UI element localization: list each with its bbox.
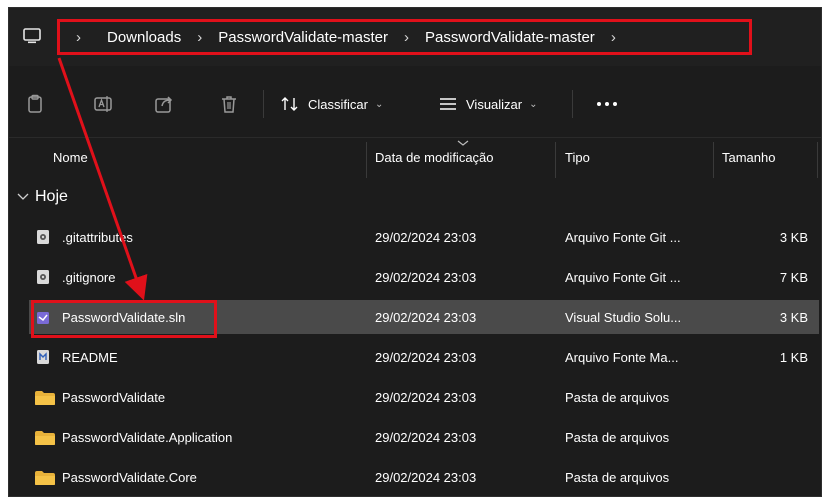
file-date: 29/02/2024 23:03 bbox=[375, 310, 477, 325]
chevron-right-icon[interactable]: › bbox=[197, 29, 202, 46]
column-divider[interactable] bbox=[555, 142, 556, 178]
toolbar-divider bbox=[572, 90, 573, 118]
chevron-down-icon: ⌄ bbox=[374, 98, 384, 110]
file-name: .gitattributes bbox=[62, 230, 133, 245]
file-date: 29/02/2024 23:03 bbox=[375, 270, 477, 285]
group-label: Hoje bbox=[35, 188, 68, 205]
address-bar: › Downloads › PasswordValidate-master › … bbox=[9, 8, 821, 66]
file-date: 29/02/2024 23:03 bbox=[375, 230, 477, 245]
list-item[interactable]: PasswordValidate.Core 29/02/2024 23:03 P… bbox=[29, 460, 819, 494]
file-type: Arquivo Fonte Git ... bbox=[565, 230, 681, 245]
more-options-icon[interactable] bbox=[597, 102, 617, 106]
breadcrumb-item-project-inner[interactable]: PasswordValidate-master bbox=[425, 29, 595, 46]
file-name: PasswordValidate.Application bbox=[62, 430, 233, 445]
column-name-header[interactable]: Nome bbox=[53, 150, 88, 165]
file-explorer-window: › Downloads › PasswordValidate-master › … bbox=[8, 7, 822, 497]
file-type: Arquivo Fonte Ma... bbox=[565, 350, 679, 365]
column-header-row: Nome Data de modificação Tipo Tamanho bbox=[9, 138, 821, 178]
file-type: Visual Studio Solu... bbox=[565, 310, 682, 325]
file-size: 3 KB bbox=[779, 230, 808, 245]
chevron-down-icon bbox=[17, 193, 29, 200]
column-size-header[interactable]: Tamanho bbox=[722, 150, 775, 165]
visual-studio-solution-icon bbox=[37, 312, 49, 324]
column-divider[interactable] bbox=[817, 142, 818, 178]
column-divider[interactable] bbox=[366, 142, 367, 178]
file-size: 1 KB bbox=[779, 350, 808, 365]
git-file-icon bbox=[37, 270, 49, 284]
breadcrumb-item-downloads[interactable]: Downloads bbox=[107, 29, 181, 46]
sort-arrows-icon bbox=[281, 97, 298, 111]
sort-label: Classificar bbox=[308, 96, 368, 112]
chevron-right-icon[interactable]: › bbox=[76, 29, 81, 46]
breadcrumb-item-project[interactable]: PasswordValidate-master bbox=[218, 29, 388, 46]
view-label: Visualizar bbox=[466, 96, 523, 112]
column-type-header[interactable]: Tipo bbox=[565, 150, 590, 165]
file-date: 29/02/2024 23:03 bbox=[375, 470, 477, 485]
folder-icon bbox=[35, 431, 55, 445]
delete-icon[interactable] bbox=[219, 94, 239, 114]
file-type: Arquivo Fonte Git ... bbox=[565, 270, 681, 285]
file-size: 7 KB bbox=[779, 270, 808, 285]
list-item[interactable]: PasswordValidate.Application 29/02/2024 … bbox=[29, 420, 819, 454]
file-date: 29/02/2024 23:03 bbox=[375, 430, 477, 445]
column-divider[interactable] bbox=[713, 142, 714, 178]
file-date: 29/02/2024 23:03 bbox=[375, 350, 477, 365]
column-date-header[interactable]: Data de modificação bbox=[375, 150, 494, 165]
file-size: 3 KB bbox=[779, 310, 808, 325]
share-icon[interactable] bbox=[154, 94, 174, 114]
rename-icon[interactable] bbox=[93, 94, 113, 114]
list-item[interactable]: README 29/02/2024 23:03 Arquivo Fonte Ma… bbox=[29, 340, 819, 374]
sort-indicator-icon bbox=[457, 140, 469, 146]
file-type: Pasta de arquivos bbox=[565, 430, 670, 445]
folder-icon bbox=[35, 391, 55, 405]
folder-icon bbox=[35, 471, 55, 485]
list-item[interactable]: .gitattributes 29/02/2024 23:03 Arquivo … bbox=[29, 220, 819, 254]
chevron-right-icon[interactable]: › bbox=[404, 29, 409, 46]
chevron-right-icon[interactable]: › bbox=[611, 29, 616, 46]
this-pc-icon[interactable] bbox=[23, 28, 41, 44]
file-name: README bbox=[62, 350, 118, 365]
file-name: PasswordValidate.Core bbox=[62, 470, 197, 485]
breadcrumb: › Downloads › PasswordValidate-master › … bbox=[57, 19, 752, 55]
file-date: 29/02/2024 23:03 bbox=[375, 390, 477, 405]
sort-button[interactable]: Classificar ⌄ bbox=[281, 92, 383, 116]
file-name: PasswordValidate.sln bbox=[62, 310, 186, 325]
group-header-today[interactable]: Hoje bbox=[17, 188, 68, 206]
view-button[interactable]: Visualizar ⌄ bbox=[439, 92, 538, 116]
file-type: Pasta de arquivos bbox=[565, 470, 670, 485]
file-name: .gitignore bbox=[62, 270, 116, 285]
list-item[interactable]: .gitignore 29/02/2024 23:03 Arquivo Font… bbox=[29, 260, 819, 294]
git-file-icon bbox=[37, 230, 49, 244]
command-bar: Classificar ⌄ Visualizar ⌄ bbox=[9, 66, 821, 138]
list-item[interactable]: PasswordValidate 29/02/2024 23:03 Pasta … bbox=[29, 380, 819, 414]
paste-icon[interactable] bbox=[25, 94, 45, 114]
list-view-icon bbox=[440, 98, 456, 110]
toolbar-divider bbox=[263, 90, 264, 118]
file-name: PasswordValidate bbox=[62, 390, 166, 405]
markdown-file-icon bbox=[37, 350, 49, 364]
chevron-down-icon: ⌄ bbox=[529, 98, 538, 110]
file-type: Pasta de arquivos bbox=[565, 390, 670, 405]
list-item-selected[interactable]: PasswordValidate.sln 29/02/2024 23:03 Vi… bbox=[29, 300, 819, 334]
